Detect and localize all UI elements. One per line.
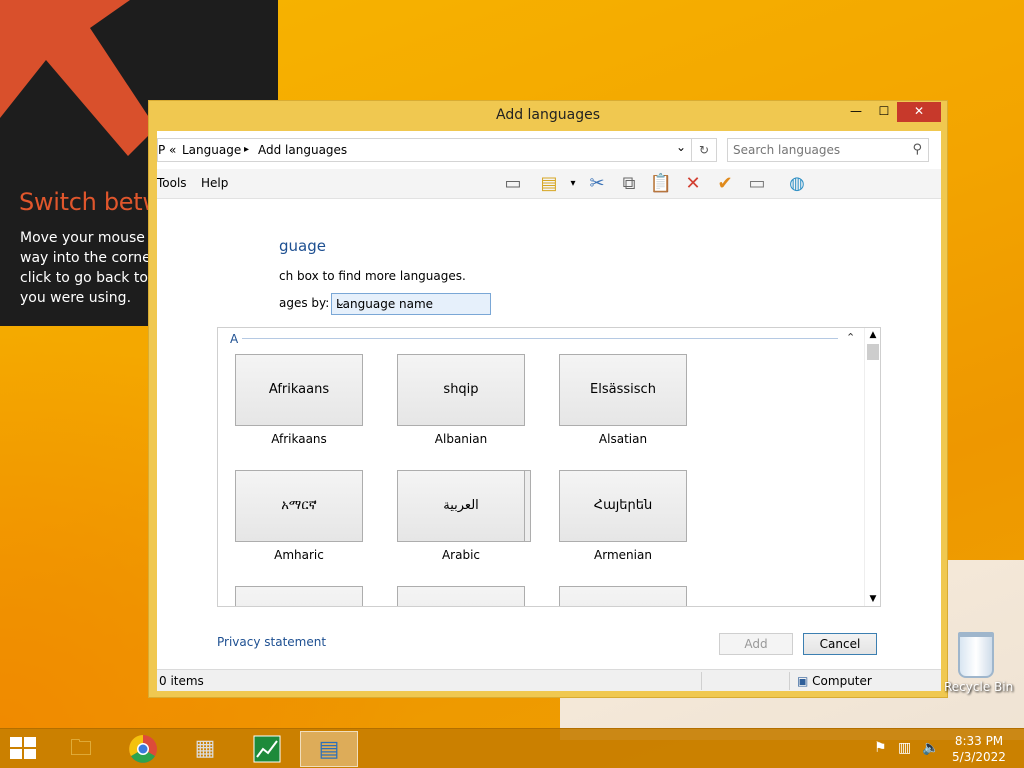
language-list[interactable]: A ⌃ Afrikaans Afrikaans shqip Albanian E…	[217, 327, 881, 607]
chrome-icon[interactable]	[114, 731, 172, 767]
menu-bar: Tools Help ▭ ▤ ▾ ✂ ⧉ 📋 ✕ ✔ ▭ ◍	[157, 169, 941, 199]
search-box[interactable]: ⚲	[727, 138, 929, 162]
cancel-button[interactable]: Cancel	[803, 633, 877, 655]
window-title: Add languages	[495, 107, 601, 123]
taskbar: 🗀 ▦ ▤ ⚑ ▥ 🔈 8:33 PM 5/3/2022	[0, 728, 1024, 768]
chevron-down-icon: ⌄	[336, 296, 346, 309]
paste-icon[interactable]: 📋	[649, 172, 673, 196]
clock-time: 8:33 PM	[954, 734, 1004, 748]
language-caption: Arabic	[441, 548, 481, 562]
recycle-bin[interactable]: Recycle Bin	[944, 632, 1013, 694]
language-tile-partial[interactable]	[559, 586, 687, 606]
language-caption: Armenian	[594, 548, 652, 562]
layout-pane-icon[interactable]: ▭	[501, 172, 525, 196]
menu-tools[interactable]: Tools	[157, 176, 187, 190]
breadcrumb-language[interactable]: Language	[182, 143, 241, 157]
language-caption: Afrikaans	[271, 432, 327, 446]
recycle-bin-icon[interactable]	[958, 632, 994, 678]
volume-muted-icon[interactable]: 🔈	[922, 740, 939, 756]
file-explorer-icon[interactable]: 🗀	[52, 731, 110, 767]
add-button[interactable]: Add	[719, 633, 793, 655]
collapse-section-icon[interactable]: ⌃	[846, 331, 855, 344]
clock[interactable]: 8:33 PM 5/3/2022	[944, 733, 1014, 765]
computer-icon: ▣	[797, 674, 809, 688]
breadcrumb-add-languages[interactable]: Add languages	[258, 143, 347, 157]
maximize-button[interactable]: ☐	[873, 102, 895, 122]
copy-icon[interactable]: ⧉	[617, 172, 641, 196]
window-client: P « Language ▸ Add languages ⌄ ↻ ⚲ Tools…	[157, 131, 941, 691]
menu-help[interactable]: Help	[201, 176, 228, 190]
language-tile-arabic[interactable]: العربية	[397, 470, 525, 542]
task-manager-icon[interactable]	[238, 731, 296, 767]
section-header-a[interactable]: A	[230, 332, 238, 346]
section-divider	[242, 338, 838, 339]
minimize-button[interactable]: —	[845, 102, 867, 122]
title-bar[interactable]: Add languages — ☐ ✕	[149, 101, 947, 131]
address-dropdown-icon[interactable]: ⌄	[676, 140, 686, 154]
cut-icon[interactable]: ✂	[585, 172, 609, 196]
group-by-select[interactable]: Language name ⌄	[331, 293, 491, 315]
status-bar: 0 items ▣ Computer	[157, 669, 941, 691]
properties-icon[interactable]: ▭	[745, 172, 769, 196]
vertical-scrollbar[interactable]: ▲ ▼	[864, 328, 880, 606]
page-heading: guage	[279, 237, 326, 255]
item-count: 0 items	[159, 674, 204, 688]
language-tile-partial[interactable]	[235, 586, 363, 606]
breadcrumb-separator-icon[interactable]: ▸	[244, 144, 249, 155]
language-tile-afrikaans[interactable]: Afrikaans	[235, 354, 363, 426]
address-bar[interactable]: P « Language ▸ Add languages ⌄	[157, 138, 717, 162]
close-button[interactable]: ✕	[897, 102, 941, 122]
globe-icon[interactable]: ◍	[785, 172, 809, 196]
start-button[interactable]	[10, 737, 38, 761]
language-caption: Alsatian	[598, 432, 648, 446]
language-tile-partial[interactable]	[397, 586, 525, 606]
status-divider	[701, 672, 702, 690]
action-center-icon[interactable]: ⚑	[874, 740, 887, 756]
scroll-up-icon[interactable]: ▲	[865, 330, 880, 340]
language-caption: Amharic	[274, 548, 324, 562]
control-panel-icon[interactable]: ▤	[300, 731, 358, 767]
location-label: ▣ Computer	[797, 674, 872, 688]
network-icon[interactable]: ▥	[898, 740, 911, 756]
language-tile-amharic[interactable]: አማርኛ	[235, 470, 363, 542]
refresh-button[interactable]: ↻	[691, 138, 717, 162]
language-tile-alsatian[interactable]: Elsässisch	[559, 354, 687, 426]
language-tile-albanian[interactable]: shqip	[397, 354, 525, 426]
scroll-thumb[interactable]	[867, 344, 879, 360]
folder-options-icon[interactable]: ▤	[537, 172, 561, 196]
firewall-icon[interactable]: ▦	[176, 731, 234, 767]
options-dropdown-icon[interactable]: ▾	[561, 172, 585, 196]
address-prefix: P «	[158, 143, 177, 157]
language-tile-armenian[interactable]: Հայերեն	[559, 470, 687, 542]
recycle-bin-label[interactable]: Recycle Bin	[944, 680, 1013, 694]
language-caption: Albanian	[434, 432, 488, 446]
privacy-statement-link[interactable]: Privacy statement	[217, 635, 326, 649]
search-hint: ch box to find more languages.	[279, 269, 466, 283]
delete-icon[interactable]: ✕	[681, 172, 705, 196]
clock-date: 5/3/2022	[952, 750, 1006, 764]
scroll-down-icon[interactable]: ▼	[865, 594, 880, 604]
status-divider	[789, 672, 790, 690]
search-icon[interactable]: ⚲	[912, 142, 922, 157]
check-icon[interactable]: ✔	[713, 172, 737, 196]
add-languages-window: Add languages — ☐ ✕ P « Language ▸ Add l…	[148, 100, 948, 698]
search-input[interactable]	[733, 143, 903, 157]
group-by-label: ages by:	[279, 296, 330, 310]
